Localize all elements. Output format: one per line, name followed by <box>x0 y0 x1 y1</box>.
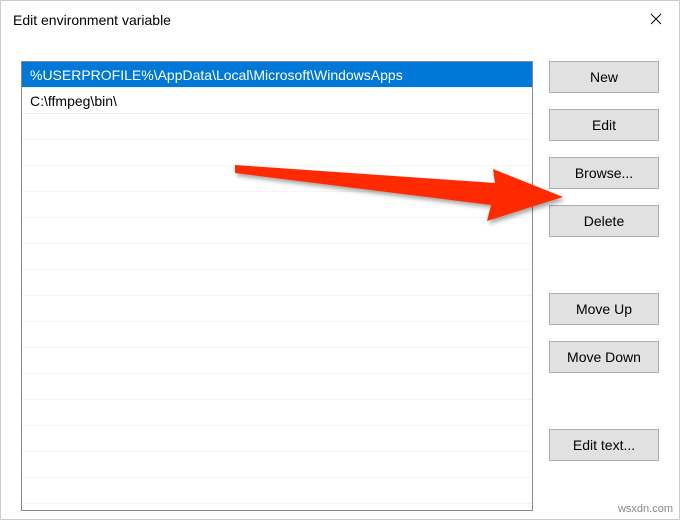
new-button[interactable]: New <box>549 61 659 93</box>
list-item[interactable]: C:\ffmpeg\bin\ <box>22 88 532 114</box>
delete-button[interactable]: Delete <box>549 205 659 237</box>
list-item-empty[interactable] <box>22 478 532 504</box>
list-item-empty[interactable] <box>22 374 532 400</box>
list-item-empty[interactable] <box>22 270 532 296</box>
browse-button[interactable]: Browse... <box>549 157 659 189</box>
list-item-empty[interactable] <box>22 166 532 192</box>
close-icon <box>650 13 662 25</box>
edit-text-button[interactable]: Edit text... <box>549 429 659 461</box>
list-item-empty[interactable] <box>22 296 532 322</box>
list-item-empty[interactable] <box>22 140 532 166</box>
watermark-text: wsxdn.com <box>618 503 673 515</box>
list-item-empty[interactable] <box>22 244 532 270</box>
list-item-empty[interactable] <box>22 452 532 478</box>
dialog-window: Edit environment variable %USERPROFILE%\… <box>0 0 680 520</box>
titlebar: Edit environment variable <box>1 1 679 39</box>
list-item-empty[interactable] <box>22 218 532 244</box>
content-area: %USERPROFILE%\AppData\Local\Microsoft\Wi… <box>21 61 659 519</box>
close-button[interactable] <box>633 0 679 38</box>
list-item-empty[interactable] <box>22 426 532 452</box>
list-item-empty[interactable] <box>22 322 532 348</box>
path-list[interactable]: %USERPROFILE%\AppData\Local\Microsoft\Wi… <box>21 61 533 511</box>
list-item[interactable]: %USERPROFILE%\AppData\Local\Microsoft\Wi… <box>22 62 532 88</box>
dialog-title: Edit environment variable <box>13 12 633 28</box>
list-item-empty[interactable] <box>22 400 532 426</box>
list-item-empty[interactable] <box>22 192 532 218</box>
move-up-button[interactable]: Move Up <box>549 293 659 325</box>
edit-button[interactable]: Edit <box>549 109 659 141</box>
button-column: New Edit Browse... Delete Move Up Move D… <box>549 61 659 519</box>
list-item-empty[interactable] <box>22 348 532 374</box>
move-down-button[interactable]: Move Down <box>549 341 659 373</box>
list-item-empty[interactable] <box>22 114 532 140</box>
